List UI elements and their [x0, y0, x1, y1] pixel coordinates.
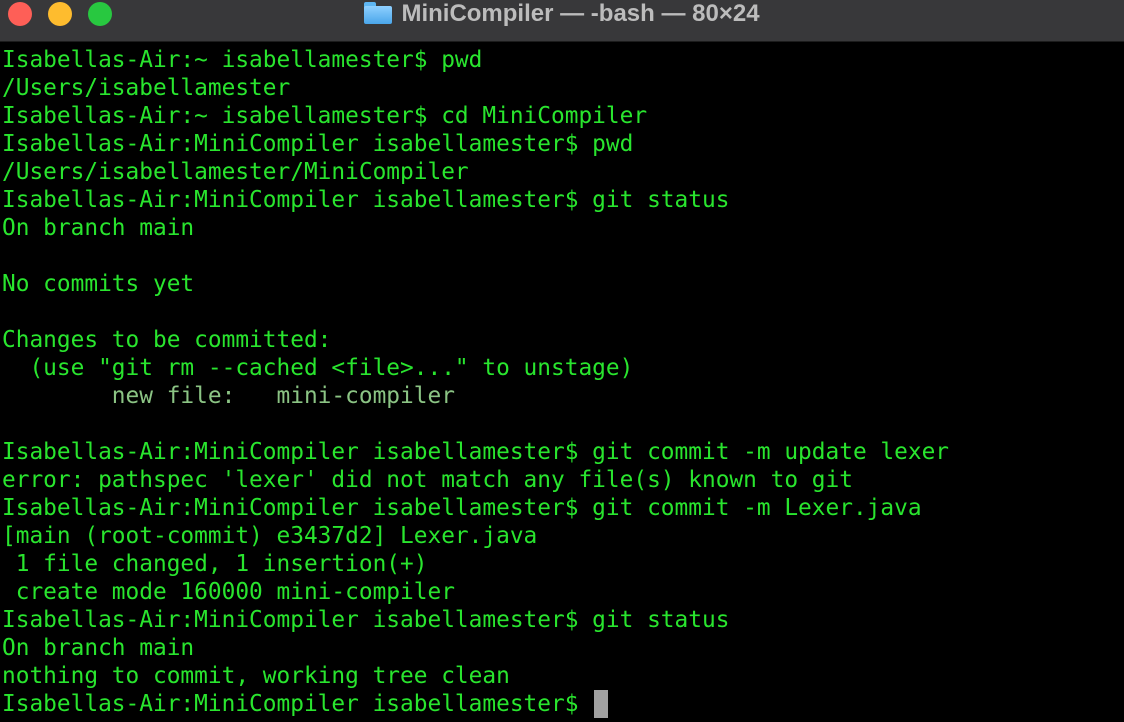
terminal-line: On branch main — [2, 215, 195, 241]
terminal-line: Isabellas-Air:~ isabellamester$ cd MiniC… — [2, 103, 648, 129]
prompt-line[interactable]: Isabellas-Air:MiniCompiler isabellameste… — [2, 690, 1122, 718]
terminal-line: Changes to be committed: — [2, 327, 332, 353]
terminal-line: Isabellas-Air:MiniCompiler isabellameste… — [2, 131, 634, 157]
terminal-line: [main (root-commit) e3437d2] Lexer.java — [2, 523, 538, 549]
terminal-line: Isabellas-Air:MiniCompiler isabellameste… — [2, 439, 950, 465]
terminal-output[interactable]: Isabellas-Air:~ isabellamester$ pwd /Use… — [2, 46, 1122, 718]
terminal-line: nothing to commit, working tree clean — [2, 663, 510, 689]
terminal-line: Isabellas-Air:MiniCompiler isabellameste… — [2, 495, 922, 521]
terminal-line: error: pathspec 'lexer' did not match an… — [2, 467, 853, 493]
folder-icon — [364, 2, 393, 24]
shell-prompt: Isabellas-Air:MiniCompiler isabellameste… — [2, 691, 593, 717]
title-bar[interactable]: MiniCompiler — -bash — 80×24 — [0, 0, 1124, 42]
terminal-line: new file: mini-compiler — [2, 383, 455, 409]
terminal-window: MiniCompiler — -bash — 80×24 Isabellas-A… — [0, 0, 1124, 722]
terminal-line: create mode 160000 mini-compiler — [2, 579, 455, 605]
text-cursor — [594, 690, 609, 718]
terminal-line: Isabellas-Air:~ isabellamester$ pwd — [2, 47, 483, 73]
terminal-line: Isabellas-Air:MiniCompiler isabellameste… — [2, 187, 730, 213]
terminal-line: 1 file changed, 1 insertion(+) — [2, 551, 428, 577]
terminal-line: Isabellas-Air:MiniCompiler isabellameste… — [2, 607, 730, 633]
terminal-line: On branch main — [2, 635, 195, 661]
terminal-line: (use "git rm --cached <file>..." to unst… — [2, 355, 634, 381]
window-title-area: MiniCompiler — -bash — 80×24 — [0, 0, 1124, 28]
terminal-line: No commits yet — [2, 271, 195, 297]
terminal-line: /Users/isabellamester — [2, 75, 291, 101]
terminal-line: /Users/isabellamester/MiniCompiler — [2, 159, 469, 185]
window-title: MiniCompiler — -bash — 80×24 — [401, 0, 760, 27]
